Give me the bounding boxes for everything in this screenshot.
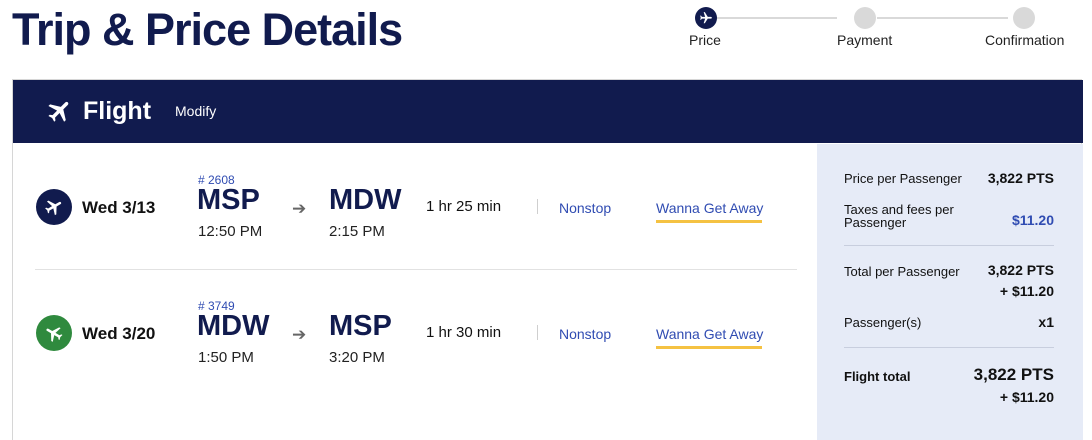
step-payment-dot xyxy=(854,7,876,29)
step-confirmation-dot xyxy=(1013,7,1035,29)
departing-flight-icon xyxy=(36,189,72,225)
modify-link[interactable]: Modify xyxy=(175,103,216,119)
flight-row: Wed 3/13 # 2608 MSP 12:50 PM ➔ MDW 2:15 … xyxy=(13,144,803,270)
depart-airport-code: MSP xyxy=(197,184,260,216)
fare-underline xyxy=(656,220,762,223)
flight-total-value: 3,822 PTS xyxy=(973,365,1054,384)
step-confirmation-label: Confirmation xyxy=(985,32,1065,48)
right-arrow-icon: ➔ xyxy=(292,199,307,218)
right-arrow-icon: ➔ xyxy=(292,325,307,344)
airplane-icon xyxy=(46,97,74,130)
stops-link[interactable]: Nonstop xyxy=(559,326,611,342)
price-per-passenger-label: Price per Passenger xyxy=(844,171,962,186)
flight-row: Wed 3/20 # 3749 MDW 1:50 PM ➔ MSP 3:20 P… xyxy=(13,270,803,396)
taxes-label: Passenger xyxy=(844,215,907,230)
stops-link[interactable]: Nonstop xyxy=(559,200,611,216)
page-title: Trip & Price Details xyxy=(12,4,403,55)
passengers-value: x1 xyxy=(1038,314,1054,330)
passengers-label: Passenger(s) xyxy=(844,315,922,330)
flight-total-fees: + $11.20 xyxy=(999,389,1054,405)
arrive-time: 3:20 PM xyxy=(329,349,385,366)
flight-date: Wed 3/20 xyxy=(82,324,156,343)
flight-duration: 1 hr 30 min xyxy=(426,324,502,341)
total-per-passenger-fees: + $11.20 xyxy=(999,283,1054,299)
flight-card: Flight Modify Wed 3/13 # 2608 MSP 12:50 … xyxy=(12,79,1083,440)
taxes-value: $11.20 xyxy=(1011,212,1054,228)
fare-underline xyxy=(656,346,762,349)
airplane-icon xyxy=(700,12,712,24)
summary-divider xyxy=(844,347,1054,348)
stepper-line xyxy=(717,17,837,19)
flight-section-title: Flight xyxy=(83,97,152,125)
arrive-airport-code: MDW xyxy=(329,184,402,216)
step-payment-label: Payment xyxy=(837,32,893,48)
depart-time: 1:50 PM xyxy=(198,349,254,366)
total-per-passenger-value: 3,822 PTS xyxy=(987,262,1054,278)
fare-type-link[interactable]: Wanna Get Away xyxy=(656,200,763,216)
depart-airport-code: MDW xyxy=(197,310,270,342)
arrive-airport-code: MSP xyxy=(329,310,392,342)
flight-date: Wed 3/13 xyxy=(82,198,156,217)
flight-total-label: Flight total xyxy=(844,369,911,384)
step-price-dot xyxy=(695,7,717,29)
stepper-line xyxy=(877,17,1008,19)
total-per-passenger-label: Total per Passenger xyxy=(844,264,960,279)
depart-time: 12:50 PM xyxy=(198,223,263,240)
arrive-time: 2:15 PM xyxy=(329,223,385,240)
divider xyxy=(537,199,538,214)
summary-divider xyxy=(844,245,1054,246)
divider xyxy=(537,325,538,340)
price-per-passenger-value: 3,822 PTS xyxy=(987,170,1054,186)
fare-type-link[interactable]: Wanna Get Away xyxy=(656,326,763,342)
progress-stepper: Price Payment Confirmation xyxy=(680,6,1080,50)
flight-card-header: Flight Modify xyxy=(13,80,1083,143)
price-summary-panel: Price per Passenger 3,822 PTS Taxes and … xyxy=(817,144,1083,440)
returning-flight-icon xyxy=(36,315,72,351)
step-price-label: Price xyxy=(689,32,721,48)
flight-duration: 1 hr 25 min xyxy=(426,198,502,215)
